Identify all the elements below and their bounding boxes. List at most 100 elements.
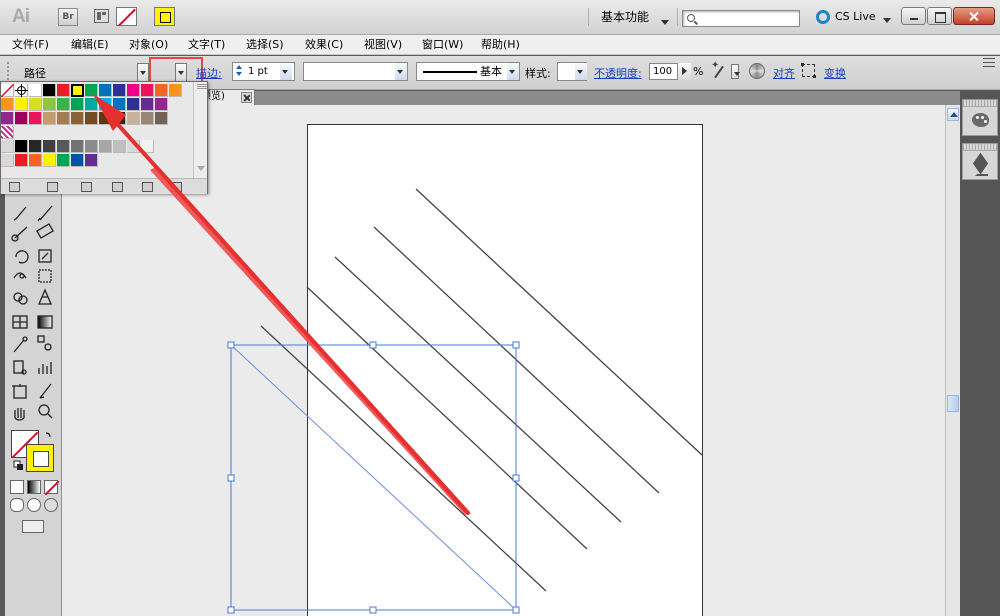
show-swatch-kinds-icon[interactable] — [47, 182, 58, 192]
graphic-style-dropdown-arrow[interactable] — [575, 63, 587, 80]
color-swatch[interactable] — [141, 98, 154, 111]
scroll-up-button[interactable] — [947, 108, 959, 121]
panel-menu-icon[interactable] — [983, 58, 995, 67]
gray-swatch[interactable] — [15, 140, 28, 153]
layers-icon[interactable] — [963, 151, 999, 179]
bright-swatch[interactable] — [71, 154, 84, 167]
new-swatch-icon[interactable] — [142, 182, 153, 192]
color-swatch[interactable] — [0, 83, 15, 98]
color-group-folder-icon[interactable] — [1, 154, 14, 167]
color-panel-group[interactable] — [962, 99, 998, 136]
palette-icon[interactable] — [963, 107, 999, 135]
recolor-artwork-icon[interactable] — [749, 63, 765, 79]
menu-view[interactable]: 视图(V) — [364, 37, 402, 53]
color-swatch[interactable] — [43, 112, 56, 125]
align-panel-link[interactable]: 对齐 — [773, 65, 795, 81]
minimize-button[interactable] — [901, 7, 926, 25]
maximize-button[interactable] — [927, 7, 952, 25]
delete-swatch-icon[interactable] — [171, 182, 182, 192]
color-swatch[interactable] — [113, 112, 126, 125]
color-swatch[interactable] — [155, 112, 168, 125]
color-swatch[interactable] — [29, 98, 42, 111]
gray-swatch[interactable] — [57, 140, 70, 153]
transform-icon[interactable] — [801, 63, 816, 78]
color-swatch[interactable] — [155, 84, 168, 97]
color-swatch[interactable] — [29, 84, 42, 97]
color-swatch[interactable] — [127, 98, 140, 111]
color-swatch[interactable] — [141, 84, 154, 97]
magic-wand-icon[interactable] — [711, 60, 727, 80]
menu-object[interactable]: 对象(O) — [129, 37, 168, 53]
swatches-scrollbar[interactable] — [193, 82, 207, 178]
color-swatch[interactable] — [127, 112, 140, 125]
menu-help[interactable]: 帮助(H) — [481, 37, 520, 53]
vertical-scrollbar[interactable] — [945, 105, 960, 616]
panel-grip[interactable] — [963, 144, 997, 151]
color-swatch[interactable] — [15, 112, 28, 125]
color-swatch[interactable] — [127, 84, 140, 97]
fill-dropdown-button[interactable] — [137, 63, 149, 82]
wand-dropdown[interactable] — [731, 64, 740, 79]
swatch-libraries-icon[interactable] — [9, 182, 20, 192]
gray-swatch[interactable] — [29, 140, 42, 153]
color-swatch[interactable] — [155, 98, 168, 111]
color-swatch[interactable] — [15, 98, 28, 111]
bright-swatch[interactable] — [15, 154, 28, 167]
artboard[interactable] — [307, 124, 703, 616]
color-mode-button[interactable] — [10, 480, 24, 494]
color-swatch[interactable] — [1, 112, 14, 125]
color-swatch[interactable] — [169, 84, 182, 97]
workspace-switcher[interactable]: 基本功能 — [588, 8, 678, 26]
selected-swatch[interactable] — [71, 84, 84, 97]
bright-swatch[interactable] — [43, 154, 56, 167]
gray-swatch[interactable] — [43, 140, 56, 153]
color-swatch[interactable] — [85, 98, 98, 111]
transform-panel-link[interactable]: 变换 — [824, 65, 846, 81]
stroke-color-swatch[interactable] — [154, 7, 175, 26]
menu-file[interactable]: 文件(F) — [12, 37, 49, 53]
gray-swatch[interactable] — [85, 140, 98, 153]
menu-select[interactable]: 选择(S) — [246, 37, 284, 53]
color-swatch[interactable] — [141, 112, 154, 125]
pattern-swatch[interactable] — [1, 126, 14, 139]
color-swatch[interactable] — [43, 84, 56, 97]
brush-dropdown-arrow[interactable] — [507, 63, 519, 80]
color-swatch[interactable] — [1, 98, 14, 111]
color-swatch[interactable] — [43, 98, 56, 111]
menu-edit[interactable]: 编辑(E) — [71, 37, 109, 53]
swatch-options-icon[interactable] — [81, 182, 92, 192]
scroll-down-icon[interactable] — [197, 166, 205, 171]
close-button[interactable] — [953, 7, 995, 25]
color-swatch[interactable] — [71, 98, 84, 111]
close-tab-icon[interactable] — [241, 92, 252, 103]
color-swatch[interactable] — [57, 112, 70, 125]
panel-grip[interactable] — [963, 100, 997, 107]
fill-color-swatch[interactable] — [116, 7, 137, 26]
color-swatch[interactable] — [29, 112, 42, 125]
gray-swatch[interactable] — [71, 140, 84, 153]
bright-swatch[interactable] — [29, 154, 42, 167]
color-swatch[interactable] — [113, 98, 126, 111]
screen-mode-button[interactable] — [22, 520, 44, 533]
menu-window[interactable]: 窗口(W) — [422, 37, 463, 53]
color-swatch[interactable] — [99, 112, 112, 125]
stroke-panel-link[interactable]: 描边: — [196, 65, 222, 81]
color-swatch[interactable] — [85, 112, 98, 125]
bright-swatch[interactable] — [57, 154, 70, 167]
variable-width-dropdown[interactable] — [303, 62, 408, 81]
help-search[interactable] — [682, 10, 800, 27]
scroll-thumb[interactable] — [947, 395, 959, 412]
color-swatch[interactable] — [99, 84, 112, 97]
new-color-group-icon[interactable] — [112, 182, 123, 192]
layers-panel-group[interactable] — [962, 143, 998, 180]
draw-behind-button[interactable] — [27, 498, 41, 512]
color-swatch[interactable] — [85, 84, 98, 97]
gradient-mode-button[interactable] — [27, 480, 41, 494]
gray-swatch[interactable] — [127, 140, 140, 153]
color-swatch[interactable] — [71, 112, 84, 125]
bridge-button[interactable]: Br — [58, 8, 78, 26]
color-swatch[interactable] — [99, 98, 112, 111]
stroke-weight-dropdown[interactable] — [280, 63, 292, 80]
gray-swatch[interactable] — [99, 140, 112, 153]
opacity-slider-button[interactable] — [677, 63, 691, 80]
